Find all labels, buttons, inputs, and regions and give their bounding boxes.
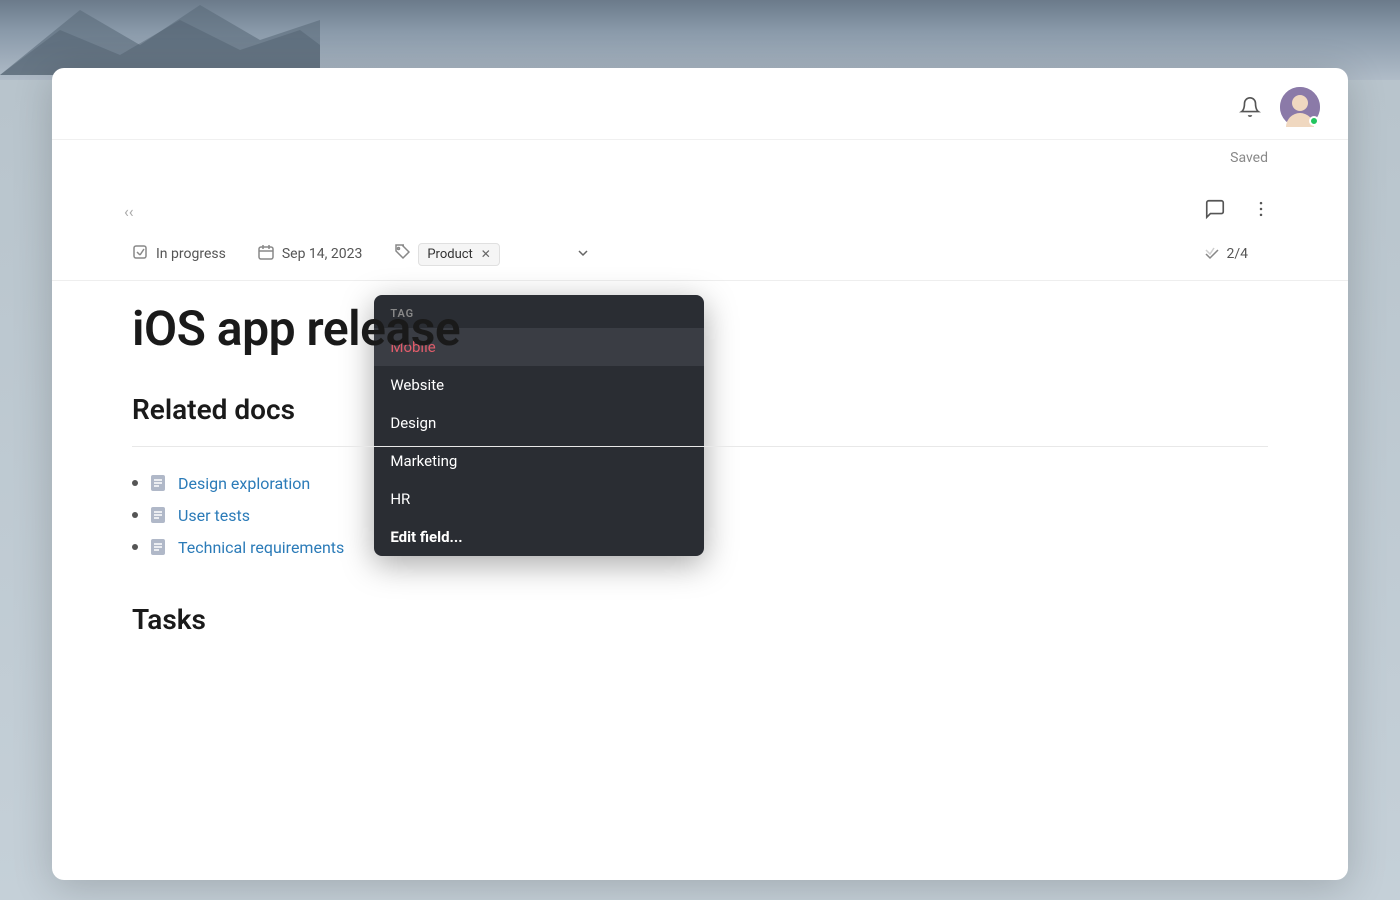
saved-label: Saved: [1230, 150, 1268, 166]
doc-type-icon: [148, 537, 168, 557]
tag-pill-label: Product: [427, 247, 472, 262]
header-right: [1236, 87, 1320, 127]
related-docs-divider: [132, 446, 1268, 447]
sidebar-toggle-button[interactable]: ‹‹: [120, 198, 138, 225]
comment-icon[interactable]: [1200, 194, 1230, 224]
tag-search-input[interactable]: [508, 246, 568, 262]
bullet-point: [132, 544, 138, 550]
related-docs-list: Design exploration User tests: [132, 467, 1268, 563]
date-label: Sep 14, 2023: [282, 246, 363, 262]
checklist-count[interactable]: 2/4: [1204, 246, 1268, 262]
status-label: In progress: [156, 246, 226, 262]
tasks-heading: Tasks: [132, 603, 1268, 636]
status-meta[interactable]: In progress: [132, 244, 226, 264]
more-options-icon[interactable]: [1246, 194, 1276, 224]
date-meta[interactable]: Sep 14, 2023: [258, 244, 363, 264]
doc-type-icon: [148, 473, 168, 493]
list-item: User tests: [132, 499, 1268, 531]
technical-requirements-link[interactable]: Technical requirements: [178, 538, 344, 557]
tag-dropdown-arrow[interactable]: [576, 246, 590, 263]
user-tests-link[interactable]: User tests: [178, 506, 250, 525]
online-status-dot: [1309, 116, 1319, 126]
main-card: Saved ‹‹ In progr: [52, 68, 1348, 880]
card-header: [52, 68, 1348, 140]
tag-icon: [394, 244, 410, 264]
bell-icon[interactable]: [1236, 93, 1264, 121]
doc-content: iOS app release Related docs Design expl…: [52, 280, 1348, 880]
doc-meta-bar: In progress Sep 14, 2023 Pr: [52, 228, 1348, 280]
calendar-icon: [258, 244, 274, 264]
design-exploration-link[interactable]: Design exploration: [178, 474, 310, 493]
mountain-silhouette: [0, 0, 320, 75]
related-docs-heading: Related docs: [132, 393, 1268, 426]
tag-meta: Product ✕ TAG Mobile Website Design: [394, 243, 590, 266]
tag-close-button[interactable]: ✕: [481, 247, 491, 261]
bullet-point: [132, 480, 138, 486]
doc-type-icon: [148, 505, 168, 525]
status-icon: [132, 244, 148, 264]
tag-pill[interactable]: Product ✕: [418, 243, 500, 266]
checklist-label: 2/4: [1226, 246, 1248, 262]
bullet-point: [132, 512, 138, 518]
doc-title: iOS app release: [132, 300, 1268, 357]
avatar[interactable]: [1280, 87, 1320, 127]
top-right-icons: [1200, 194, 1276, 224]
list-item: Technical requirements: [132, 531, 1268, 563]
list-item: Design exploration: [132, 467, 1268, 499]
